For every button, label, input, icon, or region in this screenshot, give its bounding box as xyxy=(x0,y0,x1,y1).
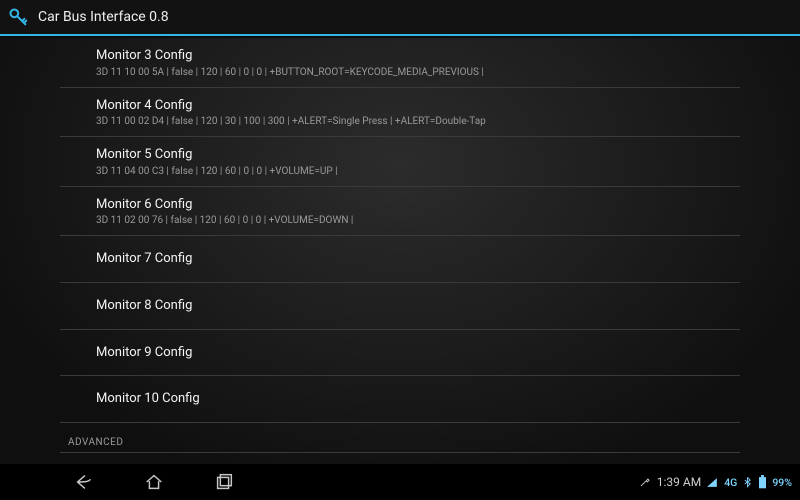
bluetooth-icon xyxy=(742,475,753,489)
setting-title: Monitor 10 Config xyxy=(96,385,720,414)
settings-content: Monitor 3 Config 3D 11 10 00 5A | false … xyxy=(0,38,800,464)
app-title: Car Bus Interface 0.8 xyxy=(38,9,169,25)
setting-monitor-4[interactable]: Monitor 4 Config 3D 11 00 02 D4 | false … xyxy=(60,88,740,138)
home-button[interactable] xyxy=(140,468,168,496)
settings-shortcut-icon[interactable] xyxy=(638,475,652,489)
signal-label: 4G xyxy=(724,476,737,489)
setting-summary: 3D 11 04 00 C3 | false | 120 | 60 | 0 | … xyxy=(96,165,720,178)
recent-apps-button[interactable] xyxy=(210,468,238,496)
setting-title: Monitor 4 Config xyxy=(96,97,720,115)
section-header-advanced: ADVANCED xyxy=(60,427,740,453)
action-bar: Car Bus Interface 0.8 xyxy=(0,0,800,36)
setting-title: Monitor 7 Config xyxy=(96,245,720,274)
setting-monitor-10[interactable]: Monitor 10 Config xyxy=(60,376,740,423)
setting-debug-terminal[interactable]: Debug Terminal Allows direct interaction… xyxy=(60,453,740,464)
setting-monitor-9[interactable]: Monitor 9 Config xyxy=(60,330,740,377)
back-button[interactable] xyxy=(70,468,98,496)
status-area: 1:39 AM 4G 99% xyxy=(638,475,800,489)
setting-title: Monitor 6 Config xyxy=(96,196,720,214)
app-icon-key xyxy=(6,5,30,29)
signal-icon xyxy=(706,476,719,489)
setting-summary: 3D 11 02 00 76 | false | 120 | 60 | 0 | … xyxy=(96,214,720,227)
setting-title: Monitor 9 Config xyxy=(96,339,720,368)
battery-icon xyxy=(758,475,767,489)
navigation-bar: 1:39 AM 4G 99% xyxy=(0,464,800,500)
setting-monitor-8[interactable]: Monitor 8 Config xyxy=(60,283,740,330)
setting-monitor-3[interactable]: Monitor 3 Config 3D 11 10 00 5A | false … xyxy=(60,38,740,88)
battery-percent: 99% xyxy=(772,476,792,489)
setting-monitor-5[interactable]: Monitor 5 Config 3D 11 04 00 C3 | false … xyxy=(60,137,740,187)
status-clock: 1:39 AM xyxy=(657,475,701,489)
setting-summary: 3D 11 10 00 5A | false | 120 | 60 | 0 | … xyxy=(96,66,720,79)
setting-monitor-7[interactable]: Monitor 7 Config xyxy=(60,236,740,283)
setting-title: Monitor 8 Config xyxy=(96,292,720,321)
nav-buttons xyxy=(0,468,238,496)
settings-list: Monitor 3 Config 3D 11 10 00 5A | false … xyxy=(60,38,740,464)
setting-title: Monitor 5 Config xyxy=(96,146,720,164)
setting-monitor-6[interactable]: Monitor 6 Config 3D 11 02 00 76 | false … xyxy=(60,187,740,237)
setting-title: Monitor 3 Config xyxy=(96,47,720,65)
setting-summary: 3D 11 00 02 D4 | false | 120 | 30 | 100 … xyxy=(96,115,720,128)
